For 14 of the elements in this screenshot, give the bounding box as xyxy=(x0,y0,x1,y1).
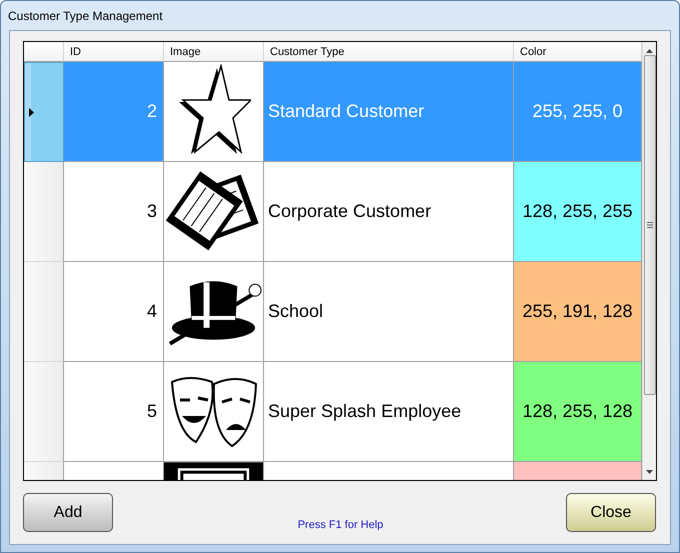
help-hint: Press F1 for Help xyxy=(298,519,384,531)
customer-type-cell: Standard Customer xyxy=(264,62,514,162)
column-header[interactable]: Color xyxy=(514,42,642,62)
id-cell: 2 xyxy=(64,62,164,162)
column-header[interactable]: Image xyxy=(164,42,264,62)
column-header[interactable]: ID xyxy=(64,42,164,62)
color-cell: 255, 255, 0 xyxy=(514,62,642,162)
add-button[interactable]: Add xyxy=(23,493,113,532)
close-button[interactable]: Close xyxy=(566,493,656,532)
color-cell: 255, 191, 128 xyxy=(514,262,642,362)
window-title: Customer Type Management xyxy=(8,8,163,22)
column-header[interactable]: Customer Type xyxy=(264,42,514,62)
color-cell: 128, 255, 128 xyxy=(514,362,642,462)
color-cell: 128, 255, 255 xyxy=(514,162,642,262)
